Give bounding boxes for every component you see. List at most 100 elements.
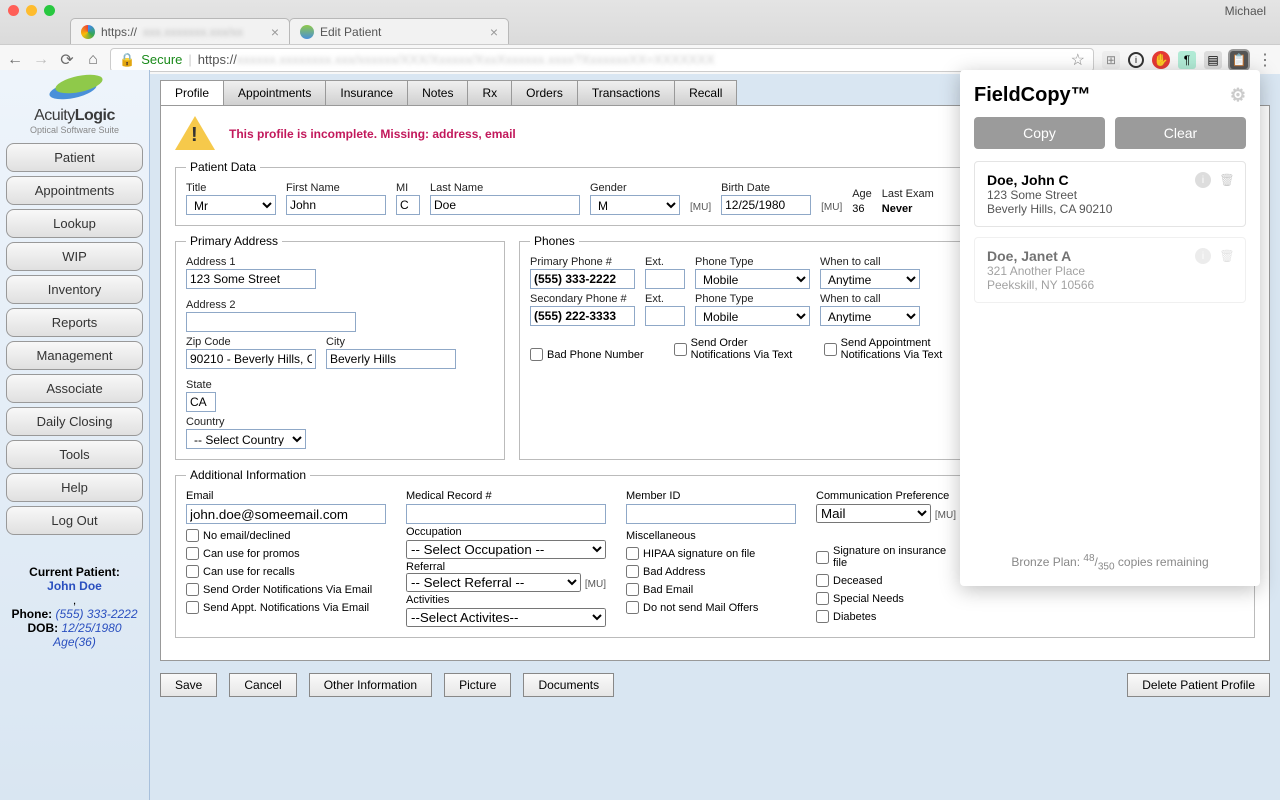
ext-fieldcopy-icon[interactable]: 📋 [1230,51,1248,69]
last-exam-value: Never [882,201,934,215]
state-input[interactable] [186,392,216,412]
tab-close-icon[interactable]: × [271,24,279,40]
secondary-when-select[interactable]: Anytime [820,306,920,326]
bad-phone-checkbox[interactable] [530,348,543,361]
promos-checkbox[interactable] [186,547,199,560]
gear-icon[interactable]: ⚙ [1230,85,1246,106]
window-maximize-icon[interactable] [44,5,55,16]
trash-icon[interactable]: 🗑 [1219,172,1235,188]
birth-date-input[interactable] [721,195,811,215]
mi-input[interactable] [396,195,420,215]
nav-forward-icon[interactable]: → [32,51,50,69]
sidebar-item-help[interactable]: Help [6,473,143,502]
delete-profile-button[interactable]: Delete Patient Profile [1127,673,1270,697]
hipaa-checkbox[interactable] [626,547,639,560]
star-icon[interactable]: ☆ [1071,50,1085,70]
browser-tab[interactable]: Edit Patient × [289,18,509,44]
primary-when-select[interactable]: Anytime [820,269,920,289]
sidebar-item-inventory[interactable]: Inventory [6,275,143,304]
ext-icon[interactable]: ⊞ [1102,51,1120,69]
nav-reload-icon[interactable]: ⟳ [58,51,76,69]
sidebar-item-daily-closing[interactable]: Daily Closing [6,407,143,436]
save-button[interactable]: Save [160,673,217,697]
browser-tab[interactable]: https://xxx.xxxxxxx.xxx/xx × [70,18,290,44]
first-name-input[interactable] [286,195,386,215]
nav-back-icon[interactable]: ← [6,51,24,69]
ext-icon[interactable]: ✋ [1152,51,1170,69]
tab-insurance[interactable]: Insurance [325,80,408,105]
diabetes-checkbox[interactable] [816,610,829,623]
bad-address-checkbox[interactable] [626,565,639,578]
picture-button[interactable]: Picture [444,673,511,697]
email-input[interactable] [186,504,386,524]
member-id-input[interactable] [626,504,796,524]
no-mail-checkbox[interactable] [626,601,639,614]
bad-email-checkbox[interactable] [626,583,639,596]
special-needs-checkbox[interactable] [816,592,829,605]
sidebar-item-appointments[interactable]: Appointments [6,176,143,205]
tab-profile[interactable]: Profile [160,80,224,105]
patient-card[interactable]: Doe, Janet A 321 Another Place Peekskill… [974,237,1246,303]
secondary-ext-input[interactable] [645,306,685,326]
sidebar-item-lookup[interactable]: Lookup [6,209,143,238]
info-icon[interactable]: i [1195,248,1211,264]
no-email-checkbox[interactable] [186,529,199,542]
nav-home-icon[interactable]: ⌂ [84,51,102,69]
tab-orders[interactable]: Orders [511,80,578,105]
activities-select[interactable]: --Select Activites-- [406,608,606,627]
current-patient-name[interactable]: John Doe [6,579,143,593]
zip-input[interactable] [186,349,316,369]
address-bar[interactable]: 🔒 Secure | https://xxxxxx.xxxxxxxx.xxx/x… [110,48,1094,72]
ext-icon[interactable]: ¶ [1178,51,1196,69]
tab-rx[interactable]: Rx [467,80,512,105]
ext-icon[interactable]: ▤ [1204,51,1222,69]
send-appt-text-checkbox[interactable] [824,343,837,356]
cancel-button[interactable]: Cancel [229,673,296,697]
order-email-checkbox[interactable] [186,583,199,596]
sidebar-item-wip[interactable]: WIP [6,242,143,271]
appt-email-checkbox[interactable] [186,601,199,614]
primary-ext-input[interactable] [645,269,685,289]
other-info-button[interactable]: Other Information [309,673,432,697]
window-minimize-icon[interactable] [26,5,37,16]
comm-pref-select[interactable]: Mail [816,504,931,523]
tab-appointments[interactable]: Appointments [223,80,326,105]
secondary-type-select[interactable]: Mobile [695,306,810,326]
ext-icon[interactable]: i [1128,52,1144,68]
secondary-phone-input[interactable] [530,306,635,326]
sidebar-item-reports[interactable]: Reports [6,308,143,337]
signature-checkbox[interactable] [816,551,829,564]
tab-transactions[interactable]: Transactions [577,80,675,105]
occupation-select[interactable]: -- Select Occupation -- [406,540,606,559]
city-input[interactable] [326,349,456,369]
primary-phone-input[interactable] [530,269,635,289]
trash-icon[interactable]: 🗑 [1219,248,1235,264]
sidebar-item-patient[interactable]: Patient [6,143,143,172]
mrn-input[interactable] [406,504,606,524]
window-close-icon[interactable] [8,5,19,16]
documents-button[interactable]: Documents [523,673,614,697]
referral-select[interactable]: -- Select Referral -- [406,573,581,592]
tab-notes[interactable]: Notes [407,80,468,105]
primary-type-select[interactable]: Mobile [695,269,810,289]
country-select[interactable]: -- Select Country -- [186,429,306,449]
deceased-checkbox[interactable] [816,574,829,587]
send-order-text-checkbox[interactable] [674,343,687,356]
gender-select[interactable]: M [590,195,680,215]
clear-button[interactable]: Clear [1115,117,1246,149]
tab-recall[interactable]: Recall [674,80,737,105]
info-icon[interactable]: i [1195,172,1211,188]
title-select[interactable]: Mr [186,195,276,215]
sidebar-item-logout[interactable]: Log Out [6,506,143,535]
menu-icon[interactable]: ⋮ [1256,51,1274,69]
sidebar-item-management[interactable]: Management [6,341,143,370]
address1-input[interactable] [186,269,316,289]
recalls-checkbox[interactable] [186,565,199,578]
tab-close-icon[interactable]: × [490,24,498,40]
patient-card[interactable]: Doe, John C 123 Some Street Beverly Hill… [974,161,1246,227]
sidebar-item-associate[interactable]: Associate [6,374,143,403]
last-name-input[interactable] [430,195,580,215]
sidebar-item-tools[interactable]: Tools [6,440,143,469]
copy-button[interactable]: Copy [974,117,1105,149]
address2-input[interactable] [186,312,356,332]
